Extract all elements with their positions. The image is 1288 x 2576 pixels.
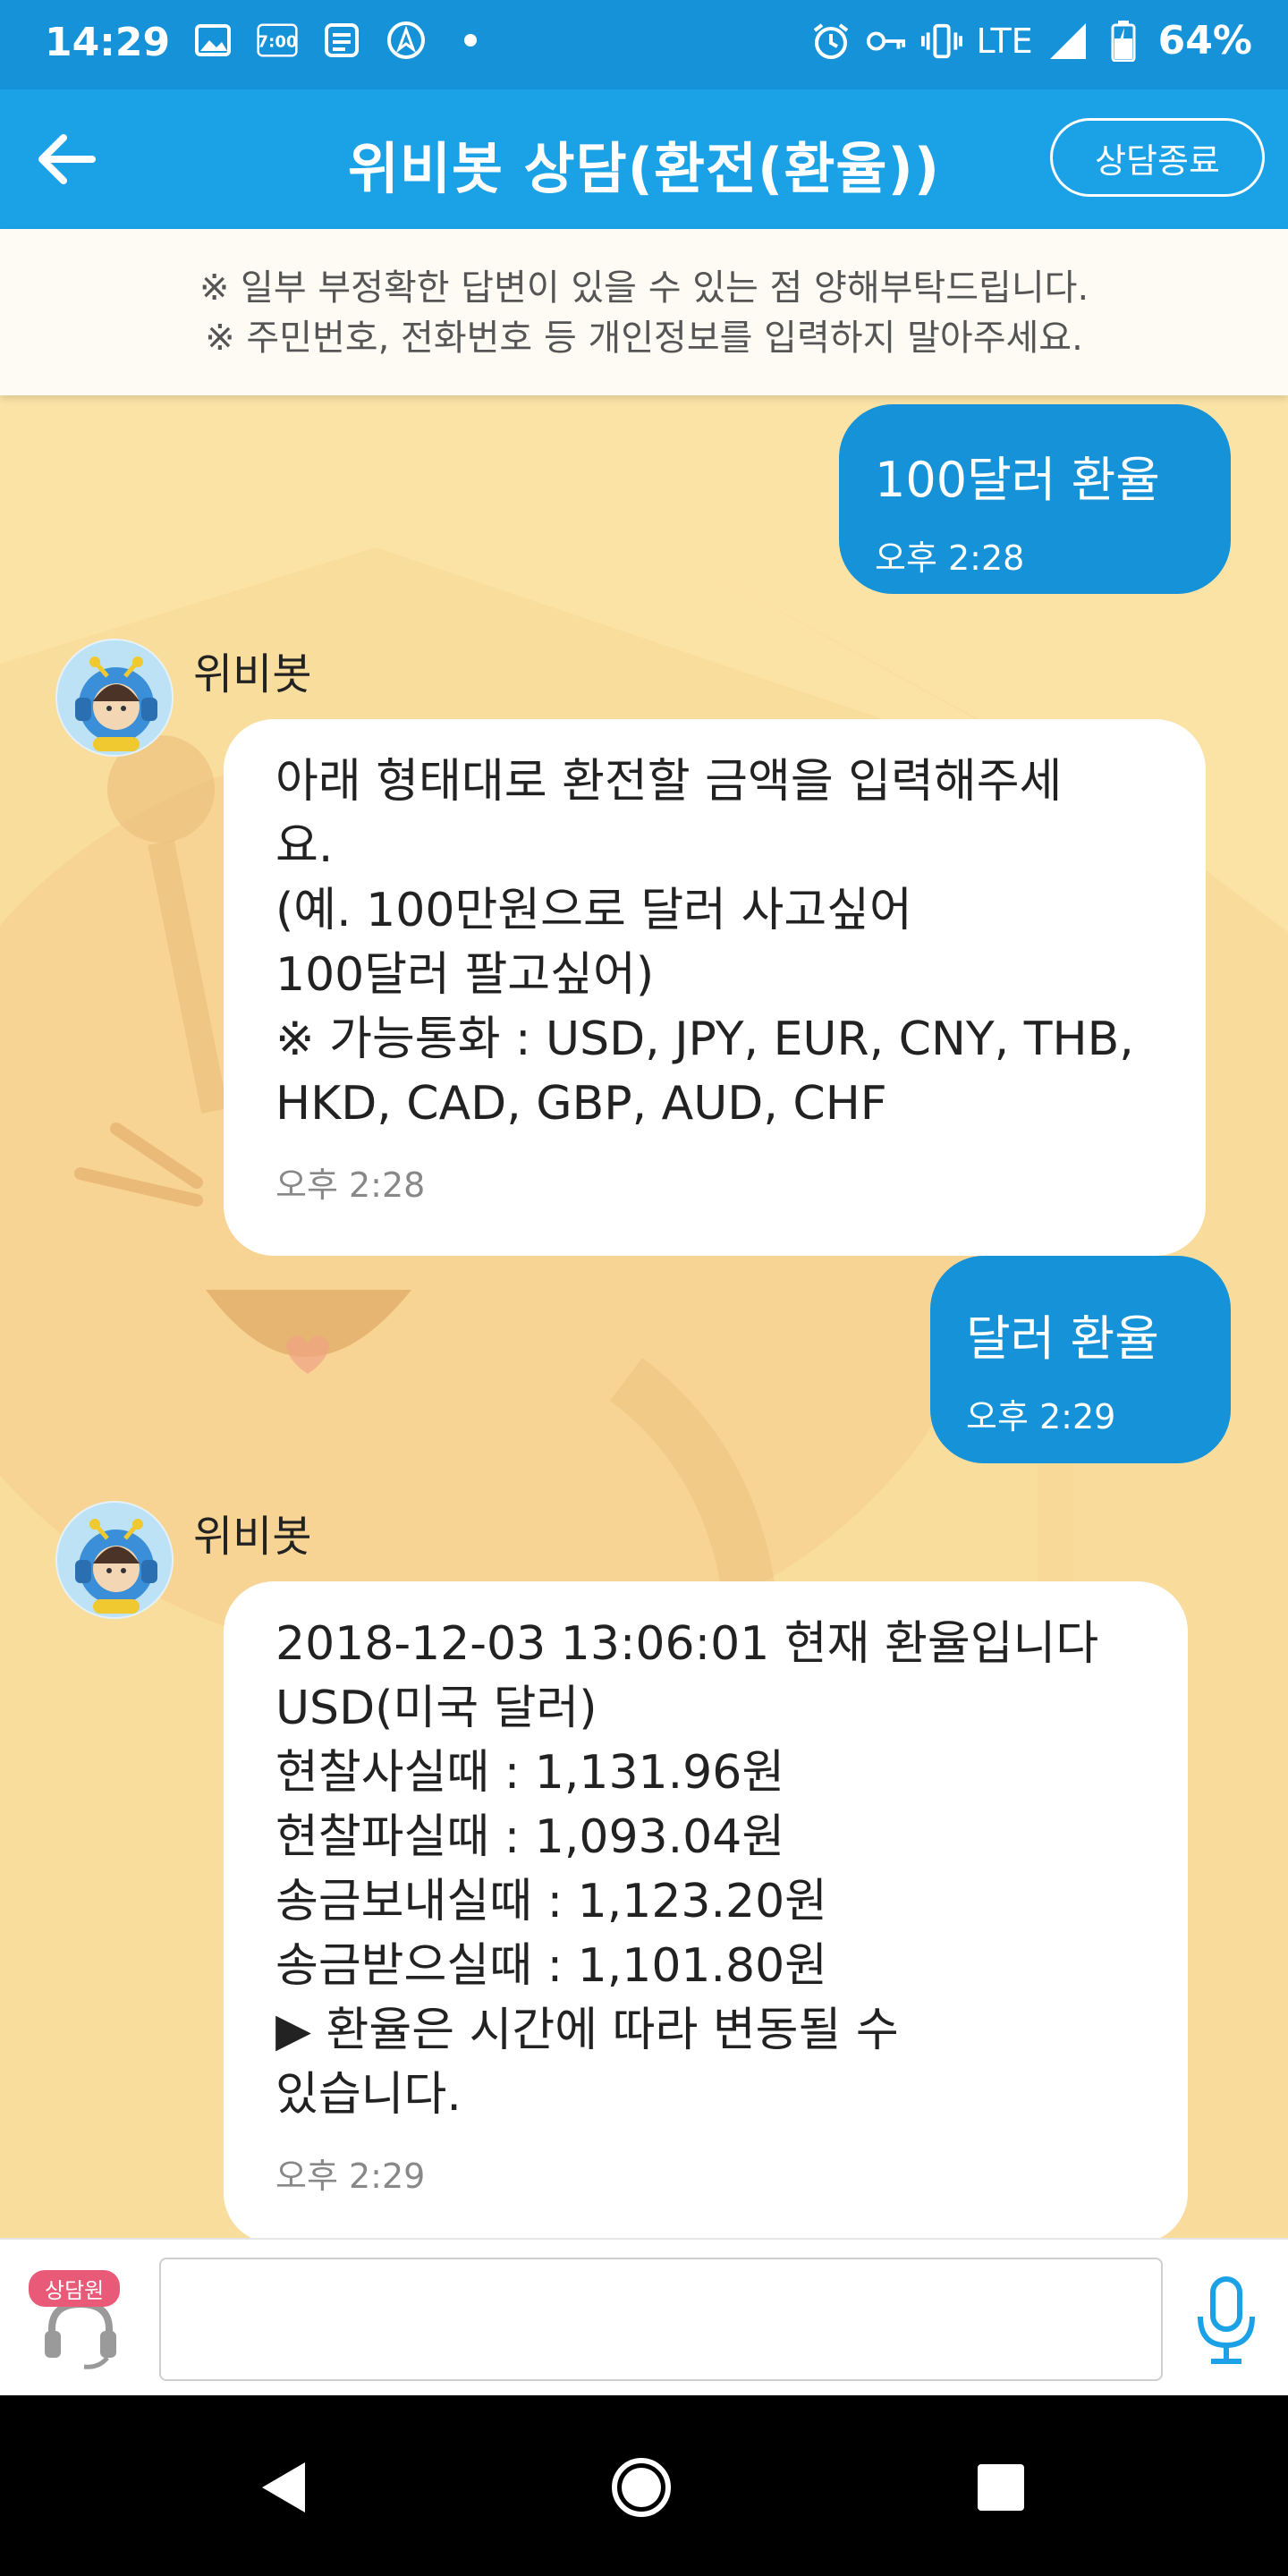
recents-square-icon: [978, 2464, 1024, 2511]
input-bar: 상담원: [0, 2238, 1288, 2395]
message-text: 2018-12-03 13:06:01 현재 환율입니다 USD(미국 달러) …: [275, 1617, 1099, 2122]
navigation-icon: [386, 20, 427, 61]
notice-line-1: ※ 일부 부정확한 답변이 있을 수 있는 점 양해부탁드립니다.: [199, 267, 1089, 309]
nav-back-button[interactable]: [243, 2447, 324, 2528]
user-message: 100달러 환율 오후 2:28: [839, 404, 1231, 594]
kakao-notification-icon: 7:00: [257, 20, 298, 61]
dot-icon: [450, 20, 491, 61]
svg-text:7:00: 7:00: [258, 32, 298, 51]
end-chat-button[interactable]: 상담종료: [1050, 118, 1265, 197]
battery-icon: [1103, 20, 1144, 62]
bot-name: 위비봇: [193, 649, 312, 699]
message-text: 달러 환율: [966, 1310, 1159, 1367]
message-time: 오후 2:29: [275, 2157, 426, 2196]
bot-message: 2018-12-03 13:06:01 현재 환율입니다 USD(미국 달러) …: [224, 1581, 1188, 2238]
notification-icons: 7:00: [192, 20, 491, 61]
bot-message: 아래 형태대로 환전할 금액을 입력해주세 요. (예. 100만원으로 달러 …: [224, 719, 1206, 1256]
message-input[interactable]: [159, 2258, 1163, 2381]
notice-banner: ※ 일부 부정확한 답변이 있을 수 있는 점 양해부탁드립니다. ※ 주민번호…: [0, 229, 1288, 395]
message-time: 오후 2:28: [875, 538, 1025, 578]
avatar: [55, 1501, 174, 1619]
message-text: 100달러 환율: [875, 452, 1160, 508]
microphone-icon: [1198, 2276, 1255, 2364]
bot-name: 위비봇: [193, 1512, 312, 1562]
agent-badge: 상담원: [29, 2270, 121, 2307]
alarm-icon: [810, 21, 852, 62]
message-text: 아래 형태대로 환전할 금액을 입력해주세 요. (예. 100만원으로 달러 …: [275, 755, 1134, 1131]
app-header: 위비봇 상담(환전(환율)) 상담종료: [0, 89, 1288, 229]
image-icon: [192, 20, 233, 61]
network-type: LTE: [976, 21, 1033, 61]
key-icon: [866, 21, 907, 62]
avatar: [55, 639, 174, 757]
signal-icon: [1047, 21, 1089, 62]
notice-line-2: ※ 주민번호, 전화번호 등 개인정보를 입력하지 말아주세요.: [205, 318, 1083, 359]
status-bar: 14:29 7:00 LTE 64%: [0, 0, 1288, 89]
status-time: 14:29: [45, 20, 171, 65]
agent-button[interactable]: 상담원: [27, 2265, 134, 2372]
message-time: 오후 2:29: [966, 1397, 1116, 1436]
system-nav-bar: [0, 2395, 1288, 2576]
nav-recents-button[interactable]: [961, 2447, 1041, 2528]
home-circle-icon: [612, 2458, 671, 2517]
nav-home-button[interactable]: [601, 2447, 682, 2528]
system-icons: LTE 64%: [810, 18, 1252, 64]
mic-button[interactable]: [1188, 2275, 1265, 2365]
battery-level: 64%: [1157, 18, 1252, 64]
vibrate-icon: [920, 21, 962, 62]
message-time: 오후 2:28: [275, 1165, 426, 1205]
back-triangle-icon: [262, 2462, 305, 2512]
news-icon: [321, 20, 362, 61]
user-message: 달러 환율 오후 2:29: [930, 1256, 1231, 1463]
chat-area[interactable]: 100달러 환율 오후 2:28 위비봇 아래 형태대로 환전할 금액을 입력해…: [0, 395, 1288, 2238]
